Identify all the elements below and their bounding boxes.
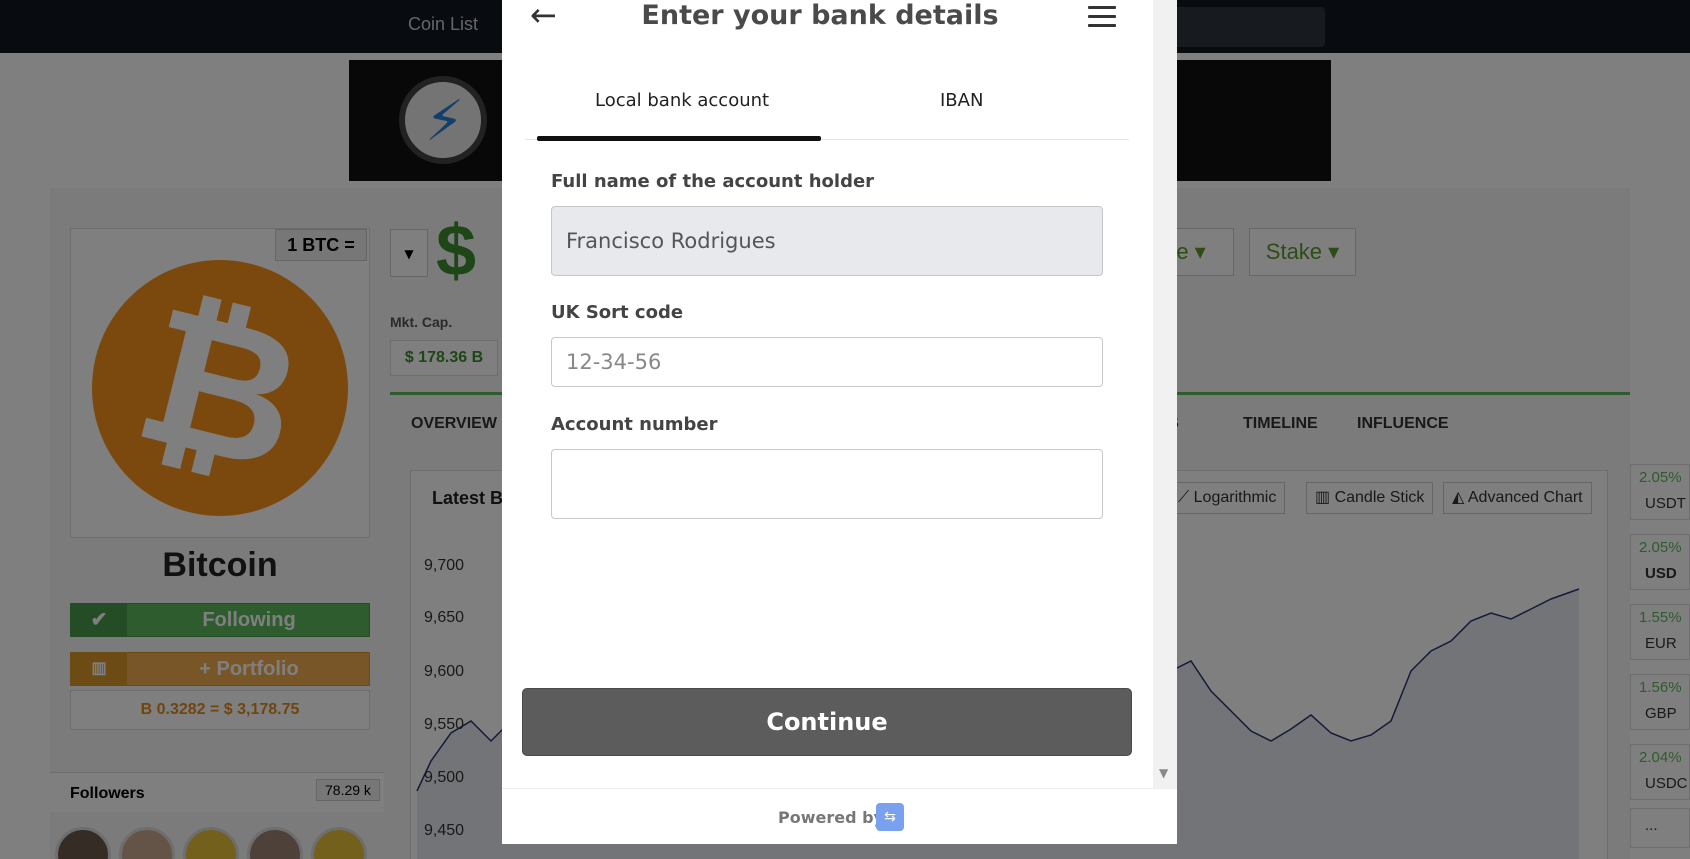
sort-code-label: UK Sort code xyxy=(551,302,684,323)
page: Coin List ⚡ ₿ 1 BTC = Bitcoin ✔ Followin… xyxy=(0,0,1690,859)
sort-code-input[interactable] xyxy=(551,337,1103,387)
modal-scrollbar[interactable] xyxy=(1153,0,1177,788)
account-holder-input[interactable] xyxy=(551,206,1103,276)
hamburger-menu-icon[interactable] xyxy=(1088,6,1116,33)
account-holder-label: Full name of the account holder xyxy=(551,171,875,192)
modal-title: Enter your bank details xyxy=(641,0,999,31)
powered-by-label: Powered by xyxy=(778,808,884,827)
active-tab-indicator xyxy=(537,136,821,141)
provider-logo-icon: ⇆ xyxy=(876,803,904,831)
powered-by-footer: Powered by ⇆ xyxy=(502,788,1177,844)
account-number-input[interactable] xyxy=(551,449,1103,519)
tab-local-bank-account[interactable]: Local bank account xyxy=(595,90,769,111)
account-number-label: Account number xyxy=(551,414,718,435)
scroll-down-arrow-icon[interactable]: ▼ xyxy=(1159,766,1168,780)
tab-iban[interactable]: IBAN xyxy=(940,90,983,111)
back-arrow-icon[interactable]: ← xyxy=(530,0,557,34)
continue-button[interactable]: Continue xyxy=(522,688,1132,756)
